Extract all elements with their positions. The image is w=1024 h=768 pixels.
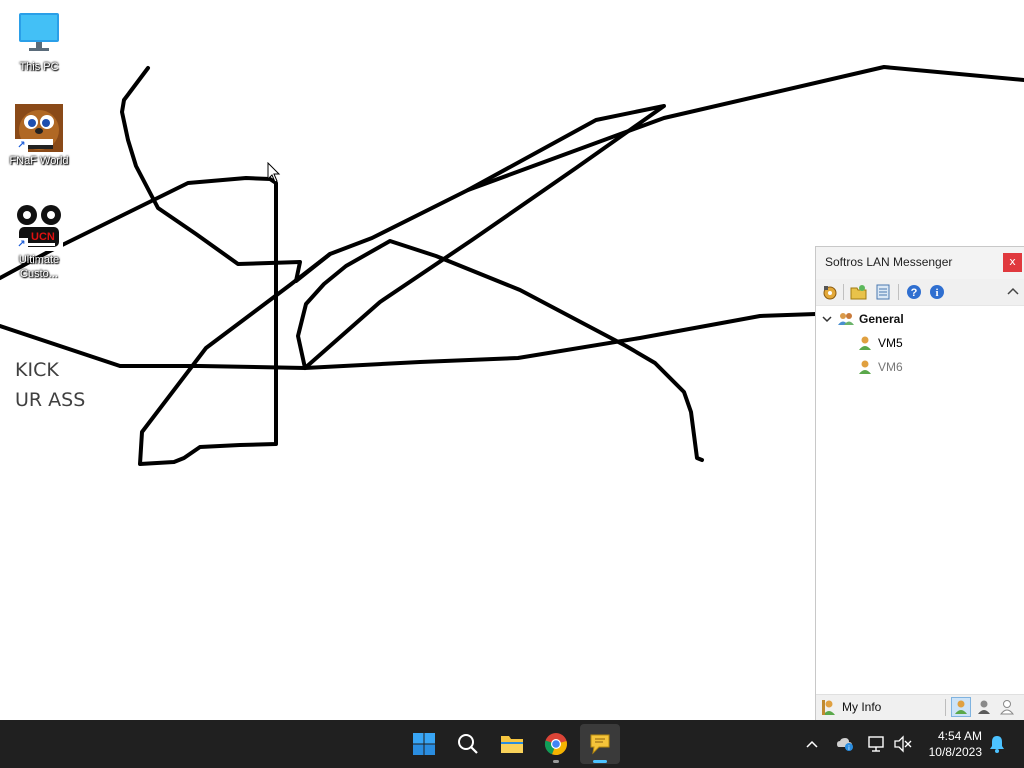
- fnaf-world-icon: ↗: [15, 104, 63, 152]
- user-online-icon: [859, 360, 871, 374]
- history-log-icon[interactable]: [874, 283, 892, 301]
- status-online-button[interactable]: [951, 697, 971, 717]
- user-vm6[interactable]: VM6: [816, 355, 1024, 379]
- clock-date: 10/8/2023: [928, 745, 982, 759]
- info-icon[interactable]: i: [928, 283, 946, 301]
- system-clock[interactable]: 4:54 AM 10/8/2023: [929, 728, 982, 760]
- messenger-status-bar: My Info: [816, 694, 1024, 720]
- notification-bell-icon[interactable]: [988, 734, 1006, 754]
- user-vm5[interactable]: VM5: [816, 331, 1024, 355]
- scribble-stroke: [0, 312, 818, 370]
- start-button[interactable]: [404, 724, 444, 764]
- user-online-icon: [859, 336, 871, 350]
- messenger-toolbar: ? i: [816, 279, 1024, 306]
- scribble-stroke: [466, 65, 1024, 192]
- ucn-badge: UCN: [31, 231, 55, 243]
- chrome-button[interactable]: [536, 724, 576, 764]
- svg-text:i: i: [935, 287, 938, 299]
- svg-text:?: ?: [911, 287, 918, 299]
- help-icon[interactable]: ?: [905, 283, 923, 301]
- chevron-up-icon[interactable]: [805, 737, 819, 751]
- scribble-stroke: [120, 66, 704, 462]
- volume-muted-icon[interactable]: [893, 735, 913, 753]
- file-explorer-button[interactable]: [492, 724, 532, 764]
- onedrive-sync-icon[interactable]: i: [836, 736, 854, 752]
- mouse-cursor-icon: [267, 162, 281, 183]
- settings-icon[interactable]: [821, 283, 839, 301]
- desktop-icon-this-pc[interactable]: This PC: [1, 10, 77, 74]
- messenger-titlebar[interactable]: Softros LAN Messenger x: [816, 247, 1024, 279]
- group-users-icon: [838, 313, 854, 325]
- search-button[interactable]: [448, 724, 488, 764]
- softros-messenger-icon: [590, 734, 610, 755]
- status-away-icon[interactable]: [977, 699, 991, 715]
- desktop-icon-ultimate-custom-night[interactable]: UCN ↗ Ultimate Custo...: [1, 203, 77, 281]
- my-info-button[interactable]: My Info: [842, 700, 881, 714]
- user-name: VM6: [878, 360, 903, 374]
- file-explorer-icon: [501, 736, 523, 753]
- desktop-text-line: KICK: [15, 359, 59, 381]
- desktop-icon-label: This PC: [19, 61, 59, 73]
- softros-messenger-button[interactable]: [580, 724, 620, 764]
- messenger-window[interactable]: Softros LAN Messenger x ? i General VM5 …: [815, 246, 1024, 720]
- start-icon: [413, 733, 435, 755]
- active-indicator: [593, 760, 607, 763]
- desktop[interactable]: This PC ↗ FNaF World UCN ↗ Ultimate Cust…: [0, 0, 1024, 720]
- desktop-note-text: KICK UR ASS: [15, 355, 85, 415]
- status-offline-icon[interactable]: [1000, 699, 1014, 715]
- running-indicator: [553, 760, 559, 763]
- my-info-icon: [822, 700, 835, 715]
- chrome-icon: [544, 733, 567, 756]
- group-general[interactable]: General: [816, 307, 1024, 331]
- monitor-icon: [15, 10, 63, 58]
- user-name: VM5: [878, 336, 903, 350]
- desktop-icon-label: FNaF World: [9, 155, 69, 167]
- close-button[interactable]: x: [1003, 253, 1022, 272]
- network-icon[interactable]: [867, 735, 887, 753]
- contact-list: General VM5 VM6: [816, 307, 1024, 379]
- taskbar: i 4:54 AM 10/8/2023: [0, 720, 1024, 768]
- search-icon: [458, 734, 478, 754]
- clock-time: 4:54 AM: [937, 729, 982, 743]
- chevron-up-icon[interactable]: [1004, 283, 1022, 301]
- shortcut-arrow-icon: ↗: [15, 238, 28, 251]
- desktop-text-line: UR ASS: [15, 389, 86, 411]
- ucn-icon: UCN ↗: [15, 203, 63, 251]
- messenger-title: Softros LAN Messenger: [825, 255, 953, 269]
- chevron-down-icon[interactable]: [822, 314, 832, 324]
- desktop-icon-fnaf-world[interactable]: ↗ FNaF World: [1, 104, 77, 168]
- group-name: General: [859, 312, 904, 326]
- folder-icon[interactable]: [850, 283, 868, 301]
- desktop-icon-label: Ultimate Custo...: [18, 254, 60, 280]
- shortcut-arrow-icon: ↗: [15, 139, 28, 152]
- status-online-icon: [955, 700, 967, 714]
